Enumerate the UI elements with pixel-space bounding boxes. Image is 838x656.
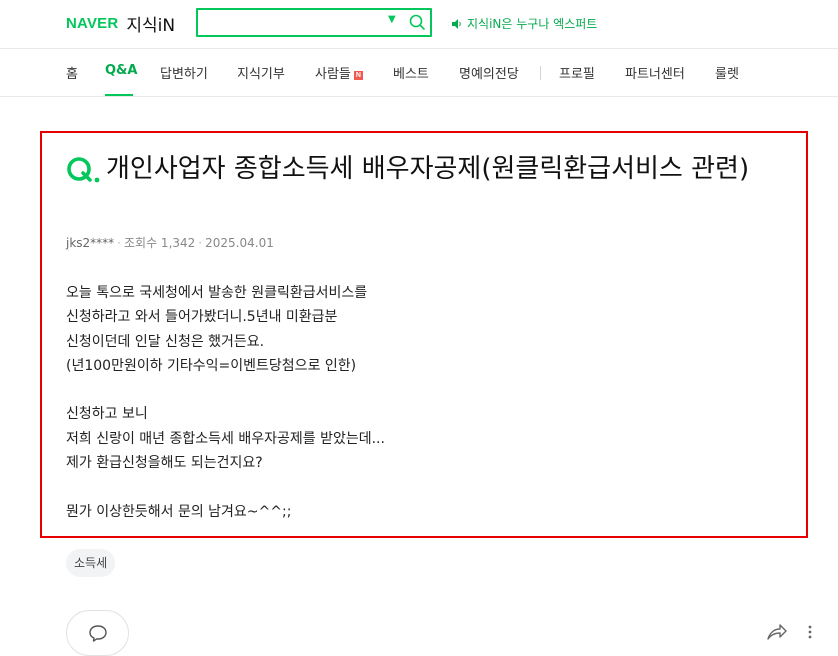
nav-partner-center[interactable]: 파트너센터	[625, 63, 685, 82]
body-line: 제가 환급신청을해도 되는건지요?	[66, 455, 263, 472]
body-line: 오늘 톡으로 국세청에서 발송한 원클릭환급서비스를	[66, 285, 368, 301]
nav-home[interactable]: 홈	[66, 63, 78, 82]
search-dropdown-icon[interactable]: ▼	[388, 14, 396, 25]
search-box[interactable]: ▼	[196, 8, 432, 37]
body-line	[66, 378, 766, 402]
nav-people-label: 사람들	[315, 67, 351, 82]
question-views: 조회수 1,342	[124, 236, 196, 250]
body-line	[66, 475, 766, 499]
comment-button[interactable]	[66, 610, 129, 656]
nav-profile[interactable]: 프로필	[559, 63, 595, 82]
body-line: 뭔가 이상한듯해서 문의 남겨요~^^;;	[66, 503, 292, 520]
more-vertical-icon[interactable]	[804, 622, 816, 642]
nav-qa[interactable]: Q&A	[105, 63, 137, 78]
comment-icon	[89, 625, 107, 642]
body-line: 신청하고 보니	[66, 406, 148, 423]
expert-promo-link[interactable]: 지식iN은 누구나 엑스퍼트	[452, 15, 597, 32]
meta-dot: ·	[117, 236, 121, 250]
question-meta: jks2**** · 조회수 1,342 · 2025.04.01	[66, 234, 274, 251]
nav-donation[interactable]: 지식기부	[237, 63, 285, 82]
nav-hall-of-fame[interactable]: 명예의전당	[459, 63, 519, 82]
nav-people[interactable]: 사람들 N	[315, 63, 363, 82]
tag-chip[interactable]: 소득세	[66, 549, 116, 577]
body-line: 신청하라고 와서 들어가봤더니.5년내 미환급분	[66, 309, 338, 326]
nav-roulette[interactable]: 룰렛	[715, 63, 739, 82]
kin-logo[interactable]: 지식iN	[126, 11, 175, 36]
main-nav: 홈 Q&A 답변하기 지식기부 사람들 N 베스트 명예의전당 프로필 파트너센터…	[0, 49, 838, 97]
meta-dot: ·	[198, 236, 203, 250]
new-badge: N	[353, 71, 363, 80]
top-bar: NAVER 지식iN ▼ 지식iN은 누구나 엑스퍼트	[0, 0, 838, 48]
nav-best[interactable]: 베스트	[393, 63, 429, 82]
search-input[interactable]	[204, 13, 384, 32]
promo-text[interactable]: 지식iN은 누구나 엑스퍼트	[467, 15, 597, 32]
question-body: 오늘 톡으로 국세청에서 발송한 원클릭환급서비스를 신청하라고 와서 들어가봤…	[66, 281, 766, 524]
question-author[interactable]: jks2****	[66, 236, 114, 250]
logo[interactable]: NAVER 지식iN	[66, 11, 175, 36]
question-title: 개인사업자 종합소득세 배우자공제(원클릭환급서비스 관련)	[106, 154, 750, 184]
share-icon[interactable]	[766, 622, 788, 642]
body-line: 저희 신랑이 매년 종합소득세 배우자공제를 받았는데...	[66, 430, 385, 447]
body-line: 신청이던데 인달 신청은 했거든요.	[66, 333, 265, 350]
active-tab-indicator	[105, 94, 133, 96]
search-icon[interactable]	[407, 12, 427, 32]
naver-logo[interactable]: NAVER	[66, 15, 118, 32]
speaker-icon	[452, 18, 461, 29]
body-line: (년100만원이하 기타수익=이벤트당첨으로 인한)	[66, 357, 357, 374]
nav-answer[interactable]: 답변하기	[160, 63, 208, 82]
nav-separator	[540, 66, 541, 80]
question-date: 2025.04.01	[205, 236, 274, 250]
